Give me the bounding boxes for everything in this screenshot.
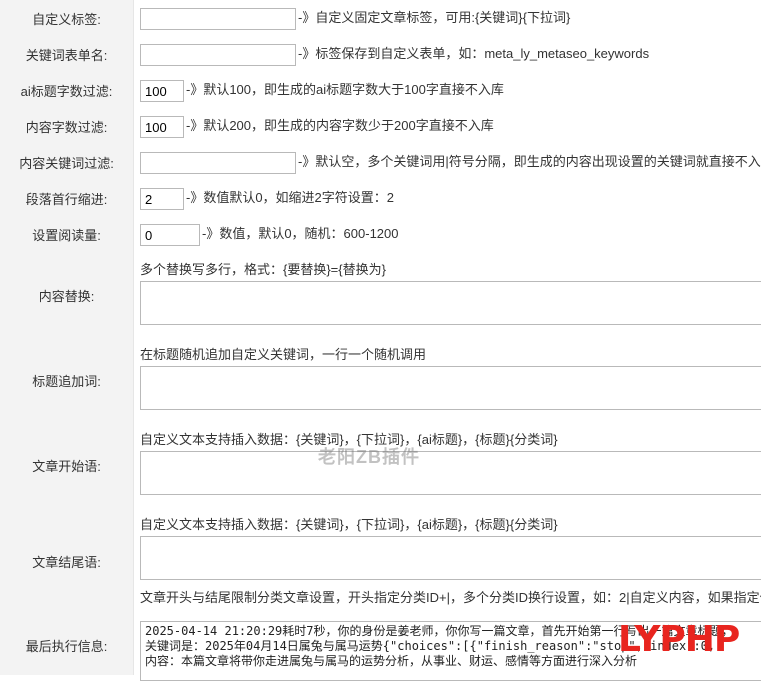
row-custom-tag: 自定义标签: -》自定义固定文章标签，可用:{关键词}{下拉词} <box>0 0 761 37</box>
row-title-append: 标题追加词: 在标题随机追加自定义关键词，一行一个随机调用 <box>0 338 761 424</box>
article-end-textarea[interactable] <box>140 536 761 580</box>
row-content-replace: 内容替换: 多个替换写多行，格式：{要替换}={替换为} <box>0 253 761 339</box>
watermark: 老阳ZB插件 <box>318 447 420 467</box>
field-hint: -》数值默认0，如缩进2字符设置：2 <box>186 190 395 205</box>
field-note: 自定义文本支持插入数据：{关键词}，{下拉词}，{ai标题}，{标题}{分类词} <box>140 517 558 532</box>
field-hint: -》默认200，即生成的内容字数少于200字直接不入库 <box>186 118 494 133</box>
content-keyword-filter-input[interactable] <box>140 152 296 174</box>
row-article-end: 文章结尾语: 自定义文本支持插入数据：{关键词}，{下拉词}，{ai标题}，{标… <box>0 508 761 616</box>
field-hint: -》自定义固定文章标签，可用:{关键词}{下拉词} <box>298 10 571 25</box>
field-value-cell: -》自定义固定文章标签，可用:{关键词}{下拉词} <box>134 0 761 36</box>
field-label: 关键词表单名: <box>0 36 134 72</box>
field-value-cell: -》默认100，即生成的ai标题字数大于100字直接不入库 <box>134 72 761 108</box>
custom-tag-input[interactable] <box>140 8 296 30</box>
field-value-cell: 自定义文本支持插入数据：{关键词}，{下拉词}，{ai标题}，{标题}{分类词}… <box>134 508 761 615</box>
field-note: 多个替换写多行，格式：{要替换}={替换为} <box>140 262 386 277</box>
field-hint: -》数值，默认0，随机：600-1200 <box>202 226 399 241</box>
field-label: ai标题字数过滤: <box>0 72 134 108</box>
field-value-cell: 在标题随机追加自定义关键词，一行一个随机调用 <box>134 338 761 423</box>
row-content-keyword-filter: 内容关键词过滤: -》默认空，多个关键词用|符号分隔，即生成的内容出现设置的关键… <box>0 144 761 181</box>
field-note: 在标题随机追加自定义关键词，一行一个随机调用 <box>140 347 427 362</box>
field-hint: -》默认100，即生成的ai标题字数大于100字直接不入库 <box>186 82 504 97</box>
keyword-form-name-input[interactable] <box>140 44 296 66</box>
field-value-cell: -》数值，默认0，随机：600-1200 <box>134 216 761 253</box>
field-label: 自定义标签: <box>0 0 134 36</box>
title-append-textarea[interactable] <box>140 366 761 410</box>
field-note-2: 文章开头与结尾限制分类文章设置，开头指定分类ID+|，多个分类ID换行设置，如：… <box>140 590 761 605</box>
row-ai-title-length: ai标题字数过滤: -》默认100，即生成的ai标题字数大于100字直接不入库 <box>0 72 761 109</box>
ai-title-length-input[interactable] <box>140 80 184 102</box>
row-paragraph-indent: 段落首行缩进: -》数值默认0，如缩进2字符设置：2 <box>0 180 761 217</box>
field-label: 内容关键词过滤: <box>0 144 134 180</box>
field-label: 文章开始语: <box>0 423 134 508</box>
row-content-length: 内容字数过滤: -》默认200，即生成的内容字数少于200字直接不入库 <box>0 108 761 145</box>
lyphp-logo: LYPHP <box>618 619 740 660</box>
content-length-input[interactable] <box>140 116 184 138</box>
content-replace-textarea[interactable] <box>140 281 761 325</box>
field-label: 文章结尾语: <box>0 508 134 615</box>
field-label: 设置阅读量: <box>0 216 134 253</box>
row-read-count: 设置阅读量: -》数值，默认0，随机：600-1200 <box>0 216 761 254</box>
article-start-textarea[interactable] <box>140 451 761 495</box>
row-keyword-form-name: 关键词表单名: -》标签保存到自定义表单，如：meta_ly_metaseo_k… <box>0 36 761 73</box>
field-value-cell: 多个替换写多行，格式：{要替换}={替换为} <box>134 253 761 338</box>
field-value-cell: -》默认空，多个关键词用|符号分隔，即生成的内容出现设置的关键词就直接不入库 <box>134 144 761 180</box>
read-count-input[interactable] <box>140 224 200 246</box>
field-label: 最后执行信息: <box>0 615 134 675</box>
field-label: 内容替换: <box>0 253 134 338</box>
paragraph-indent-input[interactable] <box>140 188 184 210</box>
field-value-cell: -》默认200，即生成的内容字数少于200字直接不入库 <box>134 108 761 144</box>
field-value-cell: -》数值默认0，如缩进2字符设置：2 <box>134 180 761 216</box>
field-hint: -》默认空，多个关键词用|符号分隔，即生成的内容出现设置的关键词就直接不入库 <box>298 154 761 169</box>
field-value-cell: 自定义文本支持插入数据：{关键词}，{下拉词}，{ai标题}，{标题}{分类词} <box>134 423 761 508</box>
field-hint: -》标签保存到自定义表单，如：meta_ly_metaseo_keywords <box>298 46 650 61</box>
field-label: 内容字数过滤: <box>0 108 134 144</box>
field-label: 标题追加词: <box>0 338 134 423</box>
field-value-cell: -》标签保存到自定义表单，如：meta_ly_metaseo_keywords <box>134 36 761 72</box>
field-label: 段落首行缩进: <box>0 180 134 216</box>
